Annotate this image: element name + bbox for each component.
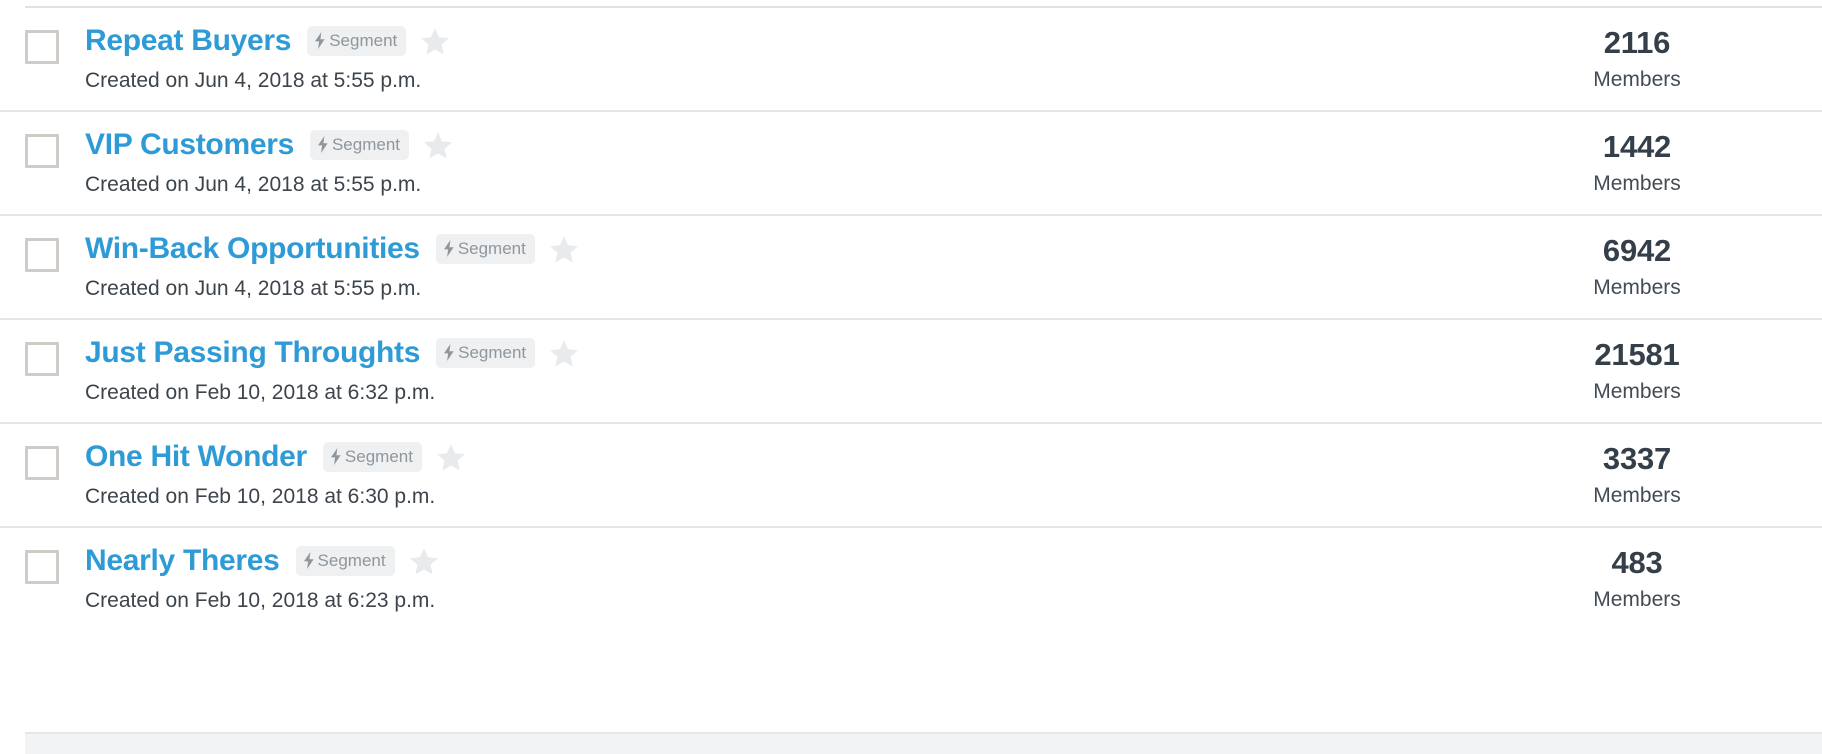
favorite-star-icon[interactable] (420, 27, 450, 56)
segment-title-line: Just Passing Throughts Segment (85, 334, 1492, 372)
lightning-bolt-icon (317, 136, 329, 153)
segment-created-date: Created on Jun 4, 2018 at 5:55 p.m. (85, 69, 422, 92)
segment-checkbox-cell (25, 542, 85, 584)
segment-members-label: Members (1593, 172, 1681, 195)
segments-list-panel: Repeat Buyers Segment Created on Jun 4, … (0, 0, 1822, 754)
segment-created-date: Created on Feb 10, 2018 at 6:32 p.m. (85, 381, 436, 404)
segment-title-line: Nearly Theres Segment (85, 542, 1492, 580)
segment-row-left: Repeat Buyers Segment Created on Jun 4, … (0, 22, 1492, 96)
segment-created-date: Created on Jun 4, 2018 at 5:55 p.m. (85, 277, 422, 300)
segment-select-checkbox[interactable] (25, 446, 59, 480)
segment-title-line: Win-Back Opportunities Segment (85, 230, 1492, 268)
lightning-bolt-icon (314, 32, 326, 49)
segment-row[interactable]: VIP Customers Segment Created on Jun 4, … (0, 112, 1822, 216)
segment-row-body: Nearly Theres Segment Created on Feb 10,… (85, 542, 1492, 616)
segment-row[interactable]: Nearly Theres Segment Created on Feb 10,… (0, 528, 1822, 630)
segment-row[interactable]: One Hit Wonder Segment Created on Feb 10… (0, 424, 1822, 528)
segment-title-link[interactable]: Win-Back Opportunities (85, 230, 420, 268)
segment-row-left: Nearly Theres Segment Created on Feb 10,… (0, 542, 1492, 616)
segment-title-link[interactable]: Nearly Theres (85, 542, 280, 580)
segment-type-badge: Segment (436, 338, 536, 368)
segment-type-badge: Segment (309, 130, 410, 160)
segment-title-line: VIP Customers Segment (85, 126, 1492, 164)
segment-checkbox-cell (25, 230, 85, 272)
segment-type-badge: Segment (435, 234, 535, 264)
lightning-bolt-icon (443, 240, 455, 257)
segment-row-left: One Hit Wonder Segment Created on Feb 10… (0, 438, 1492, 512)
segment-member-count: 2116 (1603, 25, 1671, 60)
segment-checkbox-cell (25, 22, 85, 64)
segment-row[interactable]: Just Passing Throughts Segment Created o… (0, 320, 1822, 424)
segment-select-checkbox[interactable] (25, 342, 59, 376)
segment-member-count: 483 (1611, 545, 1663, 580)
segment-title-link[interactable]: Repeat Buyers (85, 22, 292, 60)
segment-member-count: 6942 (1602, 233, 1672, 268)
segment-created-date: Created on Jun 4, 2018 at 5:55 p.m. (85, 173, 422, 196)
segment-member-count: 3337 (1602, 441, 1672, 476)
segment-member-count: 1442 (1602, 129, 1672, 164)
segment-members-cell: 483 Members (1492, 542, 1822, 615)
segment-row-body: Just Passing Throughts Segment Created o… (85, 334, 1492, 408)
segment-checkbox-cell (25, 438, 85, 480)
segment-members-cell: 1442 Members (1492, 126, 1822, 199)
segment-members-label: Members (1593, 588, 1681, 611)
segment-members-label: Members (1593, 380, 1681, 403)
segment-badge-label: Segment (457, 239, 526, 258)
segments-rows-container: Repeat Buyers Segment Created on Jun 4, … (0, 8, 1822, 630)
segment-created-date: Created on Feb 10, 2018 at 6:30 p.m. (85, 485, 436, 508)
segment-checkbox-cell (25, 126, 85, 168)
segment-members-cell: 21581 Members (1492, 334, 1822, 407)
favorite-star-icon[interactable] (436, 443, 466, 472)
segment-row-left: Win-Back Opportunities Segment Created o… (0, 230, 1492, 304)
segment-member-count: 21581 (1594, 337, 1680, 372)
favorite-star-icon[interactable] (409, 547, 439, 576)
segment-badge-label: Segment (458, 343, 527, 362)
segment-select-checkbox[interactable] (25, 134, 59, 168)
segment-select-checkbox[interactable] (25, 238, 59, 272)
segment-row[interactable]: Repeat Buyers Segment Created on Jun 4, … (0, 8, 1822, 112)
favorite-star-icon[interactable] (549, 339, 579, 368)
segment-members-label: Members (1593, 484, 1681, 507)
favorite-star-icon[interactable] (549, 235, 579, 264)
segment-row-body: One Hit Wonder Segment Created on Feb 10… (85, 438, 1492, 512)
segment-created-date: Created on Feb 10, 2018 at 6:23 p.m. (85, 589, 436, 612)
segment-title-link[interactable]: One Hit Wonder (85, 438, 307, 476)
segment-type-badge: Segment (322, 442, 422, 472)
segment-type-badge: Segment (307, 26, 407, 56)
favorite-star-icon[interactable] (423, 131, 453, 160)
segment-row-left: Just Passing Throughts Segment Created o… (0, 334, 1492, 408)
segment-title-link[interactable]: VIP Customers (85, 126, 294, 164)
segment-checkbox-cell (25, 334, 85, 376)
segment-members-cell: 3337 Members (1492, 438, 1822, 511)
segment-row-body: Win-Back Opportunities Segment Created o… (85, 230, 1492, 304)
segment-members-cell: 6942 Members (1492, 230, 1822, 303)
lightning-bolt-icon (330, 448, 342, 465)
list-footer-band (25, 732, 1822, 754)
segment-title-line: Repeat Buyers Segment (85, 22, 1492, 60)
segment-select-checkbox[interactable] (25, 550, 59, 584)
segment-title-line: One Hit Wonder Segment (85, 438, 1492, 476)
segment-row-body: VIP Customers Segment Created on Jun 4, … (85, 126, 1492, 200)
segment-row[interactable]: Win-Back Opportunities Segment Created o… (0, 216, 1822, 320)
segment-row-body: Repeat Buyers Segment Created on Jun 4, … (85, 22, 1492, 96)
segment-badge-label: Segment (344, 447, 413, 466)
segment-members-cell: 2116 Members (1492, 22, 1822, 95)
segment-members-label: Members (1593, 68, 1681, 91)
segment-title-link[interactable]: Just Passing Throughts (85, 334, 420, 372)
segment-members-label: Members (1593, 276, 1681, 299)
segment-badge-label: Segment (317, 551, 386, 570)
lightning-bolt-icon (443, 344, 455, 361)
segment-type-badge: Segment (295, 546, 395, 576)
segment-badge-label: Segment (329, 31, 398, 50)
segment-badge-label: Segment (331, 135, 401, 154)
lightning-bolt-icon (303, 552, 315, 569)
segment-row-left: VIP Customers Segment Created on Jun 4, … (0, 126, 1492, 200)
segment-select-checkbox[interactable] (25, 30, 59, 64)
